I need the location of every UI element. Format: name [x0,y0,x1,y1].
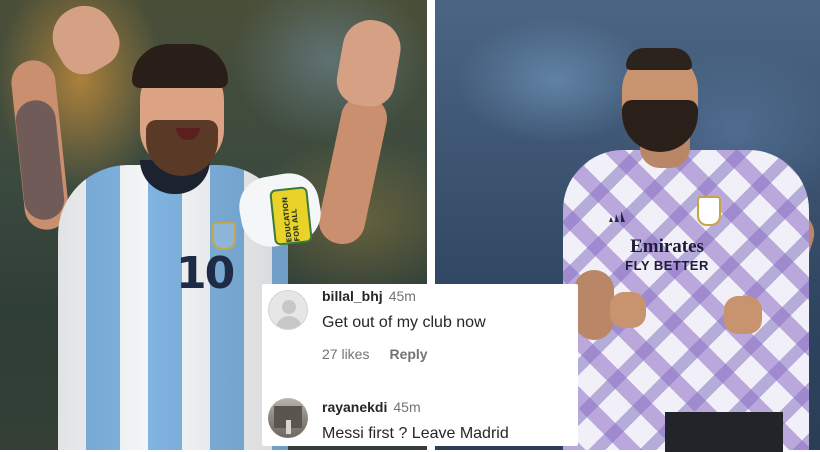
comment-username[interactable]: billal_bhj 45m [322,288,416,304]
messi-right-hand [332,15,406,111]
comment-card: billal_bhj 45m Get out of my club now 27 … [262,284,578,446]
comment-username[interactable]: rayanekdi 45m [322,399,421,415]
default-avatar-icon[interactable] [268,290,308,330]
benzema-right-fist [610,292,646,328]
avatar-photo-figure [286,420,291,434]
afa-crest-icon [212,222,236,250]
comment-text: Messi first ? Leave Madrid [322,425,509,442]
benzema-shorts [665,412,783,452]
benzema-left-fist [724,296,762,334]
real-madrid-crest-icon [697,196,721,226]
sponsor-name: Emirates [630,236,704,257]
comment-timestamp: 45m [393,399,421,415]
benzema-hair [626,48,692,70]
benzema-right-arm [574,270,614,340]
shirt-sponsor: Emirates FLY BETTER [612,236,722,273]
comment-text: Get out of my club now [322,314,486,331]
avatar-body-shape [276,316,302,329]
comment-timestamp: 45m [388,288,416,304]
avatar-head-shape [282,300,296,314]
shirt-number: 10 [176,248,235,299]
user-avatar[interactable] [268,398,308,438]
messi-right-arm [314,91,392,249]
sponsor-tagline: FLY BETTER [625,258,709,273]
messi-left-hand [41,0,129,84]
armband-text: EDUCATION FOR ALL [281,196,302,243]
username-text[interactable]: billal_bhj [322,288,383,304]
messi-hair [132,44,228,88]
adidas-logo-icon [609,211,625,222]
like-count[interactable]: 27 likes [322,346,369,362]
comment-meta: 27 likes Reply [322,346,428,362]
username-text[interactable]: rayanekdi [322,399,387,415]
captain-armband: EDUCATION FOR ALL [269,186,313,246]
reply-button[interactable]: Reply [389,346,427,362]
